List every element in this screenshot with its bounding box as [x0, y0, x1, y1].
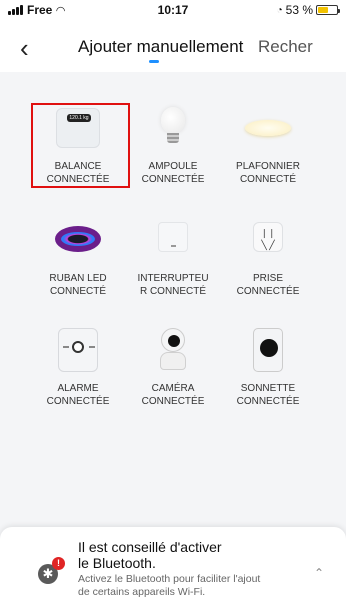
battery-icon	[316, 5, 340, 15]
battery-percent: 53 %	[285, 3, 313, 17]
device-label: BALANCE CONNECTÉE	[46, 161, 110, 185]
device-label: ALARME CONNECTÉE	[46, 383, 110, 407]
device-balance[interactable]: 120.1 kg BALANCE CONNECTÉE	[30, 96, 126, 186]
device-label: RUBAN LED CONNECTÉ	[49, 273, 107, 297]
device-prise[interactable]: ❘❘ ╲ ╱ PRISE CONNECTÉE	[220, 208, 316, 298]
device-label: PLAFONNIER CONNECTÉ	[236, 161, 300, 185]
doorbell-icon	[243, 326, 293, 374]
chevron-left-icon[interactable]: ‹	[20, 35, 40, 61]
device-label: AMPOULE CONNECTÉE	[141, 161, 205, 185]
led-strip-icon	[53, 216, 103, 264]
bulb-icon	[148, 104, 198, 152]
device-label: SONNETTE CONNECTÉE	[236, 383, 300, 407]
battery-fill	[318, 7, 328, 13]
bluetooth-text: Activez le Bluetooth pour faciliter l'aj…	[78, 573, 261, 598]
switch-icon	[148, 216, 198, 264]
scale-icon: 120.1 kg	[53, 104, 103, 152]
device-alarme[interactable]: ALARME CONNECTÉE	[30, 318, 126, 408]
ceiling-light-icon	[243, 104, 293, 152]
device-camera[interactable]: CAMÉRA CONNECTÉE	[125, 318, 221, 408]
chevron-up-icon[interactable]: ⌃	[314, 567, 326, 579]
tab-active-indicator	[149, 60, 159, 63]
alarm-clock-icon: ◔	[276, 4, 283, 16]
tab-rechercher[interactable]: Recher	[258, 37, 346, 57]
bluetooth-banner[interactable]: ✱ ! Il est conseillé d'activer le Blueto…	[0, 527, 346, 608]
status-right: ◔ 53 %	[276, 3, 340, 17]
device-interrupteur[interactable]: INTERRUPTEU R CONNECTÉ	[125, 208, 221, 298]
nav-header: ‹ Ajouter manuellement Recher	[0, 26, 346, 70]
status-bar: Free ◠ 10:17 ◔ 53 %	[0, 0, 346, 20]
device-ampoule[interactable]: AMPOULE CONNECTÉE	[125, 96, 221, 186]
tab-ajouter-manuellement[interactable]: Ajouter manuellement	[78, 37, 243, 57]
bluetooth-title: Il est conseillé d'activer le Bluetooth.	[78, 539, 222, 571]
camera-icon	[148, 326, 198, 374]
alert-badge-icon: !	[52, 557, 65, 570]
plug-icon: ❘❘ ╲ ╱	[243, 216, 293, 264]
device-sonnette[interactable]: SONNETTE CONNECTÉE	[220, 318, 316, 408]
alarm-icon	[53, 326, 103, 374]
device-plafonnier[interactable]: PLAFONNIER CONNECTÉ	[220, 96, 316, 186]
scale-screen: 120.1 kg	[67, 114, 91, 122]
device-label: INTERRUPTEU R CONNECTÉ	[137, 273, 209, 297]
device-label: CAMÉRA CONNECTÉE	[141, 383, 205, 407]
device-label: PRISE CONNECTÉE	[236, 273, 300, 297]
device-ruban-led[interactable]: RUBAN LED CONNECTÉ	[30, 208, 126, 298]
